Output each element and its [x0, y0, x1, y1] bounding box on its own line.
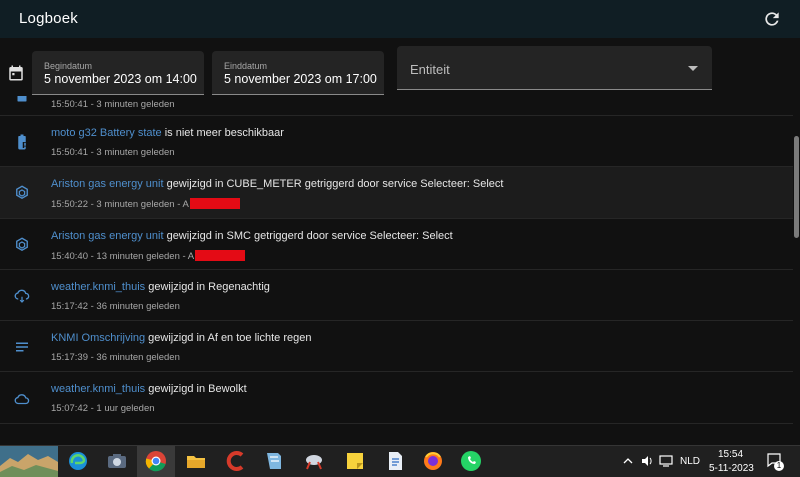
battery-alert-icon — [18, 134, 28, 150]
clock-date[interactable]: 5-11-2023 — [709, 463, 754, 474]
start-landscape-icon[interactable] — [0, 446, 58, 477]
page-title: Logboek — [19, 10, 78, 27]
calendar-icon[interactable] — [7, 64, 25, 82]
list-item[interactable]: moto g32 Battery state is niet meer besc… — [0, 116, 793, 167]
dropdown-arrow-icon[interactable] — [688, 66, 698, 71]
entity-select[interactable]: Entiteit — [397, 46, 712, 90]
whatsapp-icon[interactable] — [459, 449, 483, 473]
entity-link[interactable]: weather.knmi_thuis — [51, 281, 145, 293]
volume-icon[interactable] — [640, 454, 654, 468]
entry-message: gewijzigd in CUBE_METER getriggerd door … — [163, 178, 504, 190]
app-header: Logboek — [0, 0, 800, 38]
entry-text: KNMI Omschrijving gewijzigd in Af en toe… — [51, 332, 311, 344]
ccleaner-icon[interactable] — [225, 449, 249, 473]
entry-text: moto g32 Battery state is niet meer besc… — [51, 127, 284, 139]
start-date-label: Begindatum — [44, 61, 93, 71]
entity-link[interactable]: Ariston gas energy unit — [51, 178, 164, 190]
list-item[interactable]: 15:50:41 - 3 minuten geleden — [0, 96, 793, 116]
camera-icon[interactable] — [105, 449, 129, 473]
scrollbar-thumb[interactable] — [794, 136, 799, 238]
entity-link[interactable]: KNMI Omschrijving — [51, 332, 145, 344]
notebook-icon[interactable] — [262, 449, 286, 473]
language-indicator[interactable]: NLD — [680, 456, 700, 467]
start-date-value: 5 november 2023 om 14:00 — [44, 72, 197, 86]
entry-meta-text: 15:40:40 - 13 minuten geleden - A — [51, 251, 195, 262]
entry-meta: 15:50:41 - 3 minuten geleden — [51, 99, 175, 110]
list-item[interactable]: weather.knmi_thuis gewijzigd in Regenach… — [0, 270, 793, 321]
sticky-notes-icon[interactable] — [343, 449, 367, 473]
entry-meta-text: 15:50:22 - 3 minuten geleden - A — [51, 199, 189, 210]
list-item[interactable]: KNMI Omschrijving gewijzigd in Af en toe… — [0, 321, 793, 372]
list-item[interactable]: weather.knmi_thuis gewijzigd in Bewolkt … — [0, 372, 793, 424]
file-explorer-icon[interactable] — [184, 449, 208, 473]
cloud-icon — [14, 394, 30, 405]
tool-icon[interactable] — [302, 449, 326, 473]
entity-link[interactable]: moto g32 Battery state — [51, 127, 162, 139]
clock-time[interactable]: 15:54 — [718, 449, 743, 460]
entry-meta: 15:17:39 - 36 minuten geleden — [51, 352, 180, 363]
redaction-bar — [189, 198, 240, 209]
entry-text: Ariston gas energy unit gewijzigd in CUB… — [51, 178, 503, 190]
entry-meta: 15:17:42 - 36 minuten geleden — [51, 301, 180, 312]
text-lines-icon — [16, 342, 28, 352]
entry-text: Ariston gas energy unit gewijzigd in SMC… — [51, 230, 453, 242]
entry-message: gewijzigd in Bewolkt — [145, 383, 247, 395]
firefox-icon[interactable] — [421, 449, 445, 473]
entry-meta: 15:40:40 - 13 minuten geleden - A — [51, 250, 246, 262]
entry-message: is niet meer beschikbaar — [161, 127, 284, 139]
cube-icon — [16, 185, 28, 200]
entity-link[interactable]: weather.knmi_thuis — [51, 383, 145, 395]
entry-meta: 15:50:22 - 3 minuten geleden - A — [51, 198, 240, 210]
list-item[interactable]: Ariston gas energy unit gewijzigd in SMC… — [0, 219, 793, 270]
entry-message: gewijzigd in SMC getriggerd door service… — [163, 230, 453, 242]
entity-placeholder: Entiteit — [410, 62, 450, 77]
start-date-field[interactable]: Begindatum 5 november 2023 om 14:00 — [32, 51, 204, 95]
entry-meta: 15:07:42 - 1 uur geleden — [51, 403, 155, 414]
cube-icon — [16, 237, 28, 252]
entry-message: gewijzigd in Regenachtig — [145, 281, 270, 293]
document-icon[interactable] — [383, 449, 407, 473]
end-date-label: Einddatum — [224, 61, 268, 71]
chevron-up-icon[interactable] — [622, 455, 634, 467]
chrome-icon[interactable] — [144, 449, 168, 473]
cloud-rain-icon — [14, 289, 30, 303]
entry-text: weather.knmi_thuis gewijzigd in Bewolkt — [51, 383, 247, 395]
entry-message: gewijzigd in Af en toe lichte regen — [145, 332, 312, 344]
list-item[interactable]: Ariston gas energy unit gewijzigd in CUB… — [0, 167, 793, 219]
redaction-bar — [195, 250, 246, 261]
logbook-list: 15:50:41 - 3 minuten geleden moto g32 Ba… — [0, 96, 793, 445]
entry-meta: 15:50:41 - 3 minuten geleden — [51, 147, 175, 158]
edge-icon[interactable] — [66, 449, 90, 473]
refresh-icon[interactable] — [762, 9, 782, 29]
end-date-value: 5 november 2023 om 17:00 — [224, 72, 377, 86]
entry-text: weather.knmi_thuis gewijzigd in Regenach… — [51, 281, 270, 293]
notification-badge: 1 — [774, 461, 784, 471]
entity-link[interactable]: Ariston gas energy unit — [51, 230, 164, 242]
network-icon[interactable] — [659, 454, 673, 468]
end-date-field[interactable]: Einddatum 5 november 2023 om 17:00 — [212, 51, 384, 95]
square-icon — [17, 96, 27, 102]
